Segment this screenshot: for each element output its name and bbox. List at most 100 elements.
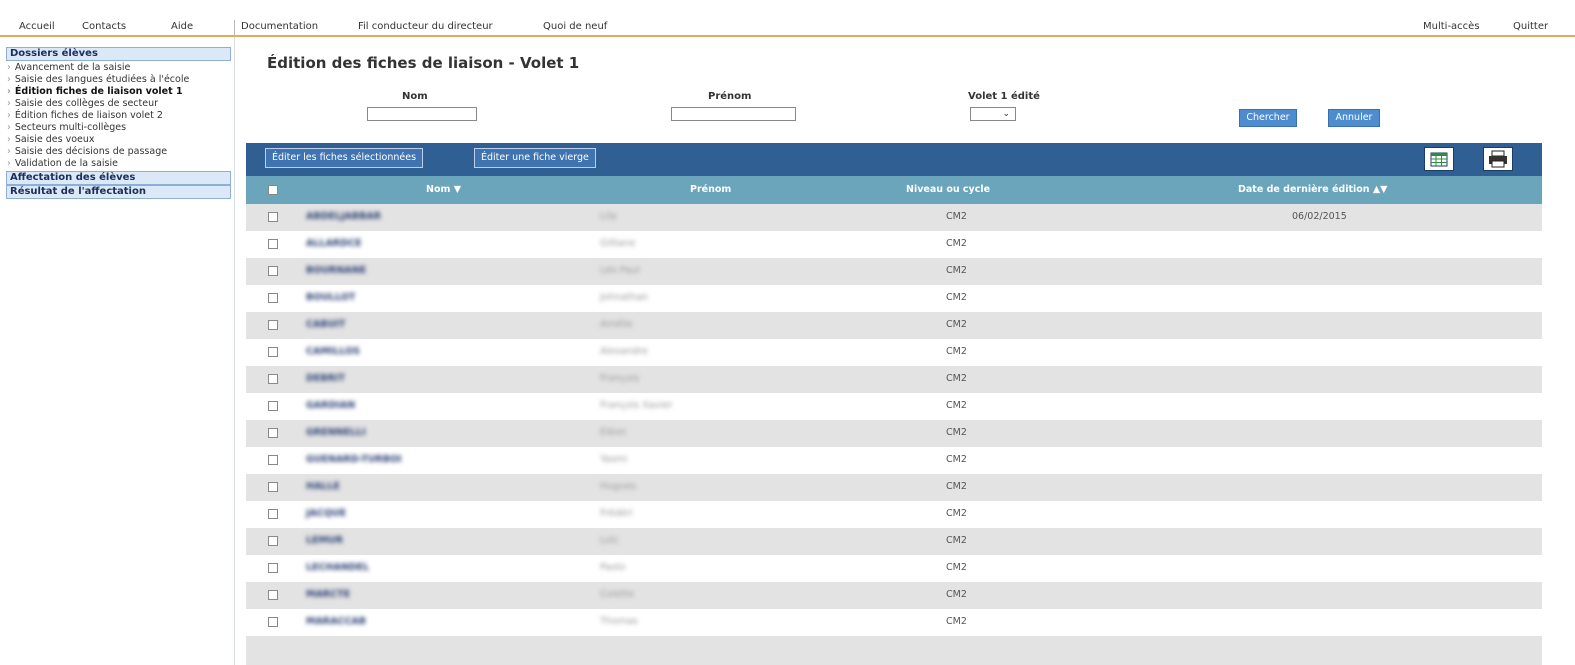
menu-quoi-de-neuf[interactable]: Quoi de neuf [543,21,607,32]
sidebar-item-label: Validation de la saisie [14,158,118,169]
row-checkbox[interactable] [268,617,278,627]
prenom-filter-input[interactable] [671,107,796,121]
column-header-label: Date de dernière édition [1238,184,1370,195]
bullet-icon: › [7,86,11,97]
sidebar-section-affectation[interactable]: Affectation des élèves [6,171,231,185]
bullet-icon: › [7,122,11,133]
table-row[interactable]: HALLE Hugues CM2 [246,474,1542,501]
printer-icon[interactable] [1483,147,1513,171]
calendar-icon[interactable] [1424,147,1454,171]
sidebar-item-avancement[interactable]: › Avancement de la saisie [7,62,130,73]
table-row[interactable]: MARACCAB Thomas CM2 [246,609,1542,636]
row-checkbox[interactable] [268,455,278,465]
cell-nom: BOURNANE [306,265,367,276]
table-row[interactable]: ABDELJABBAR Lila CM2 06/02/2015 [246,204,1542,231]
sidebar-section-dossiers[interactable]: Dossiers élèves [6,47,231,61]
cell-niveau: CM2 [946,319,967,330]
chevron-down-icon: ⌄ [1002,109,1010,119]
row-checkbox[interactable] [268,293,278,303]
table-row[interactable]: GARDIAN François Xavier CM2 [246,393,1542,420]
column-header-date[interactable]: Date de dernière édition ▲▼ [1238,184,1388,195]
cell-niveau: CM2 [946,535,967,546]
table-row[interactable]: DEBRIT François CM2 [246,366,1542,393]
row-checkbox[interactable] [268,320,278,330]
annuler-button[interactable]: Annuler [1328,109,1380,127]
sidebar-item-langues[interactable]: › Saisie des langues étudiées à l'école [7,74,189,85]
table-row[interactable]: LECHANDEL Paolo CM2 [246,555,1542,582]
sidebar-item-validation[interactable]: › Validation de la saisie [7,158,118,169]
column-header-niveau[interactable]: Niveau ou cycle [906,184,990,195]
cell-nom: DEBRIT [306,373,345,384]
sidebar-item-decisions[interactable]: › Saisie des décisions de passage [7,146,167,157]
cell-niveau: CM2 [946,616,967,627]
sort-icon[interactable]: ▼ [454,184,461,195]
select-all-checkbox[interactable] [268,185,278,195]
edit-blank-button[interactable]: Éditer une fiche vierge [474,148,596,168]
sidebar-section-resultat[interactable]: Résultat de l'affectation [6,185,231,199]
row-checkbox[interactable] [268,536,278,546]
row-checkbox[interactable] [268,374,278,384]
cell-prenom: Hugues [600,481,637,492]
menu-documentation[interactable]: Documentation [241,21,318,32]
row-checkbox[interactable] [268,563,278,573]
cell-nom: LEMUR [306,535,344,546]
cell-prenom: Thomas [600,616,638,627]
row-checkbox[interactable] [268,482,278,492]
cell-niveau: CM2 [946,508,967,519]
table-row[interactable]: LEMUR Loïc CM2 [246,528,1542,555]
bullet-icon: › [7,98,11,109]
row-checkbox[interactable] [268,401,278,411]
bullet-icon: › [7,158,11,169]
table-row[interactable]: MARCTE Colette CM2 [246,582,1542,609]
table-row[interactable]: CABUIT Amélie CM2 [246,312,1542,339]
cell-niveau: CM2 [946,481,967,492]
chercher-button[interactable]: Chercher [1239,109,1297,127]
cell-nom: HALLE [306,481,340,492]
sidebar-item-multi-colleges[interactable]: › Secteurs multi-collèges [7,122,126,133]
sort-icon[interactable]: ▲▼ [1373,184,1388,195]
menu-quitter[interactable]: Quitter [1513,21,1548,32]
row-checkbox[interactable] [268,428,278,438]
sidebar-item-edition-volet-1[interactable]: › Édition fiches de liaison volet 1 [7,86,183,97]
row-checkbox[interactable] [268,509,278,519]
volet-filter-select[interactable]: ⌄ [970,107,1016,121]
row-checkbox[interactable] [268,212,278,222]
cell-prenom: Johnathan [600,292,649,303]
cell-niveau: CM2 [946,427,967,438]
row-checkbox[interactable] [268,239,278,249]
table-row[interactable]: CAMILLOS Alexandre CM2 [246,339,1542,366]
cell-prenom: François Xavier [600,400,673,411]
menu-aide[interactable]: Aide [171,21,193,32]
volet-filter-label: Volet 1 édité [968,91,1040,102]
column-header-prenom[interactable]: Prénom [690,184,731,195]
row-checkbox[interactable] [268,266,278,276]
table-row[interactable]: GUENARD-TURBOI Yasmi CM2 [246,447,1542,474]
sidebar-item-colleges-secteur[interactable]: › Saisie des collèges de secteur [7,98,158,109]
table-row[interactable]: BOULLOT Johnathan CM2 [246,285,1542,312]
table-row [246,636,1542,665]
cell-niveau: CM2 [946,400,967,411]
nom-filter-input[interactable] [367,107,477,121]
table-row[interactable]: JACQUE Frédéri CM2 [246,501,1542,528]
menu-multi-acces[interactable]: Multi-accès [1423,21,1480,32]
cell-niveau: CM2 [946,454,967,465]
row-checkbox[interactable] [268,590,278,600]
menu-fil-conducteur[interactable]: Fil conducteur du directeur [358,21,493,32]
table-row[interactable]: BOURNANE Léo Paul CM2 [246,258,1542,285]
bullet-icon: › [7,62,11,73]
column-header-nom[interactable]: Nom ▼ [426,184,461,195]
sidebar-item-voeux[interactable]: › Saisie des voeux [7,134,95,145]
page-title: Édition des fiches de liaison - Volet 1 [267,54,580,72]
cell-nom: GRENNELLI [306,427,366,438]
menu-accueil[interactable]: Accueil [19,21,55,32]
menu-contacts[interactable]: Contacts [82,21,126,32]
cell-date: 06/02/2015 [1292,211,1347,222]
table-row[interactable]: ALLARDCE Gilliane CM2 [246,231,1542,258]
sidebar-item-label: Édition fiches de liaison volet 1 [14,86,183,97]
edit-selected-button[interactable]: Éditer les fiches sélectionnées [265,148,424,168]
sidebar-divider [234,37,235,665]
table-row[interactable]: GRENNELLI Eléon CM2 [246,420,1542,447]
sidebar-item-edition-volet-2[interactable]: › Édition fiches de liaison volet 2 [7,110,163,121]
sidebar-item-label: Édition fiches de liaison volet 2 [14,110,163,121]
row-checkbox[interactable] [268,347,278,357]
